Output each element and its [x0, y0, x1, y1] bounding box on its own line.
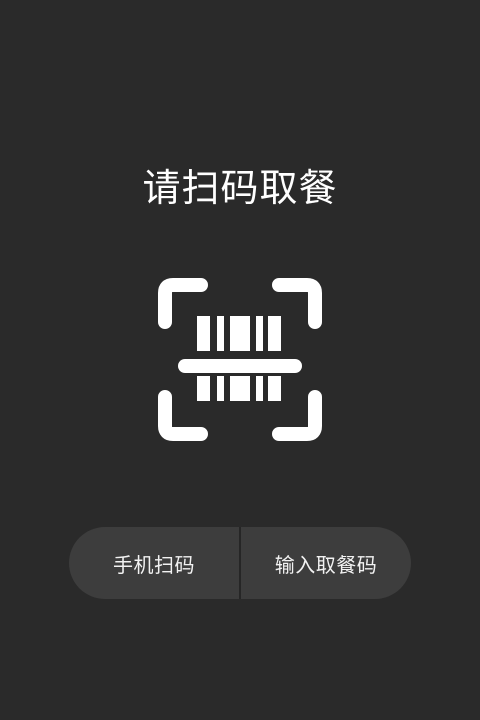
enter-pickup-code-button[interactable]: 输入取餐码 [241, 527, 411, 599]
page-title: 请扫码取餐 [142, 166, 338, 210]
barcode-scan-icon [158, 278, 322, 441]
pickup-screen: 请扫码取餐 手机扫码 输入取餐码 [0, 0, 480, 720]
phone-scan-button[interactable]: 手机扫码 [69, 527, 239, 599]
action-bar: 手机扫码 输入取餐码 [69, 527, 411, 599]
